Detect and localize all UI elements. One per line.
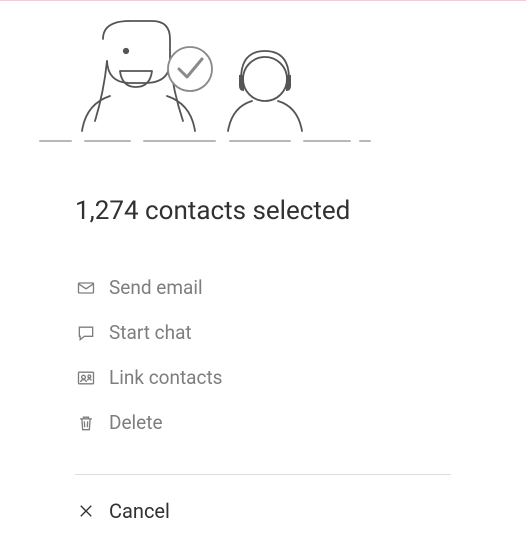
action-label: Send email (109, 276, 203, 299)
delete-button[interactable]: Delete (75, 411, 451, 434)
action-label: Start chat (109, 321, 192, 344)
cancel-button[interactable]: Cancel (75, 499, 451, 523)
chat-icon (75, 322, 97, 344)
page-title: 1,274 contacts selected (75, 196, 451, 226)
send-email-button[interactable]: Send email (75, 276, 451, 299)
close-icon (75, 500, 97, 522)
contacts-selected-panel: 1,274 contacts selected Send email S (0, 0, 526, 544)
action-list: Send email Start chat (75, 276, 451, 434)
link-contacts-button[interactable]: Link contacts (75, 366, 451, 389)
people-link-icon (75, 367, 97, 389)
start-chat-button[interactable]: Start chat (75, 321, 451, 344)
illustration (0, 1, 526, 151)
cancel-label: Cancel (109, 499, 170, 523)
trash-icon (75, 412, 97, 434)
action-label: Link contacts (109, 366, 222, 389)
mail-icon (75, 277, 97, 299)
action-label: Delete (109, 411, 163, 434)
divider (75, 474, 451, 475)
